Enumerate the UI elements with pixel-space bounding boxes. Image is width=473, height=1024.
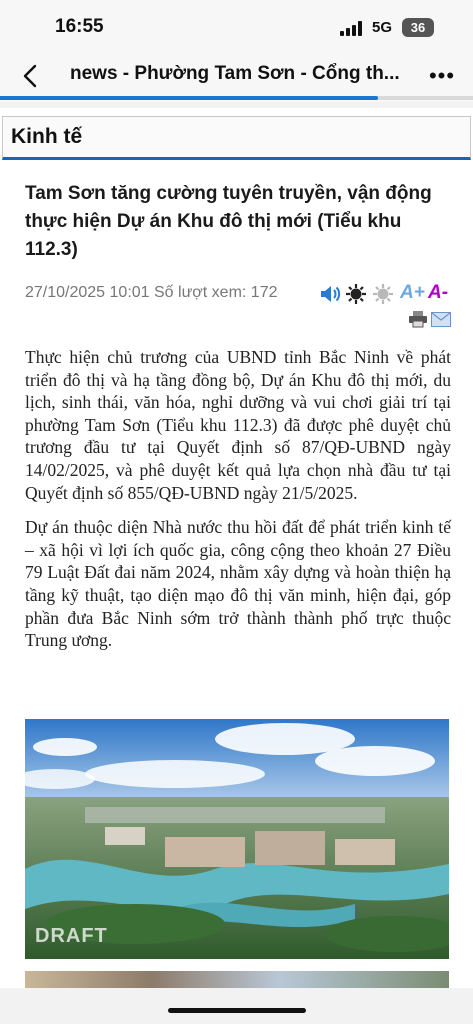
nav-bar: news - Phường Tam Sơn - Cổng th... ••• (0, 50, 473, 102)
article-paragraph: Thực hiện chủ trương của UBND tỉnh Bắc N… (25, 347, 451, 503)
section-header: Kinh tế (2, 116, 471, 160)
article-headline: Tam Sơn tăng cường tuyên truyền, vận độn… (25, 183, 432, 260)
signal-icon (340, 21, 366, 36)
brightness-light-icon[interactable] (372, 283, 394, 310)
font-decrease-button[interactable]: A- (428, 282, 448, 304)
article-paragraph: Dự án thuộc diện Nhà nước thu hồi đất để… (25, 517, 451, 651)
battery-icon: 36 (402, 18, 434, 37)
load-progress-bar (0, 96, 473, 100)
network-type: 5G (372, 19, 393, 36)
more-icon[interactable]: ••• (426, 62, 458, 90)
article-body: Thực hiện chủ trương của UBND tỉnh Bắc N… (25, 346, 451, 664)
email-icon[interactable] (431, 312, 451, 332)
font-increase-button[interactable]: A+ (400, 282, 425, 304)
load-progress-fill (0, 96, 379, 100)
home-indicator[interactable] (168, 1008, 306, 1013)
image-watermark: DRAFT (35, 925, 108, 947)
status-time: 16:55 (55, 16, 104, 37)
speaker-icon[interactable] (318, 282, 342, 311)
section-title: Kinh tế (11, 125, 83, 148)
print-icon[interactable] (408, 310, 428, 333)
status-bar: 16:55 5G 36 (0, 0, 473, 50)
article-page: Kinh tế Tam Sơn tăng cường tuyên truyền,… (0, 108, 473, 988)
brightness-dark-icon[interactable] (345, 283, 367, 310)
article-image-next[interactable] (25, 971, 449, 988)
article-tools: A+ A- (318, 282, 458, 330)
article-image[interactable]: DRAFT (25, 719, 449, 959)
page-title: news - Phường Tam Sơn - Cổng th... (70, 63, 400, 84)
back-arrow-icon[interactable] (14, 58, 48, 94)
article-meta: 27/10/2025 10:01 Số lượt xem: 172 (25, 284, 278, 301)
